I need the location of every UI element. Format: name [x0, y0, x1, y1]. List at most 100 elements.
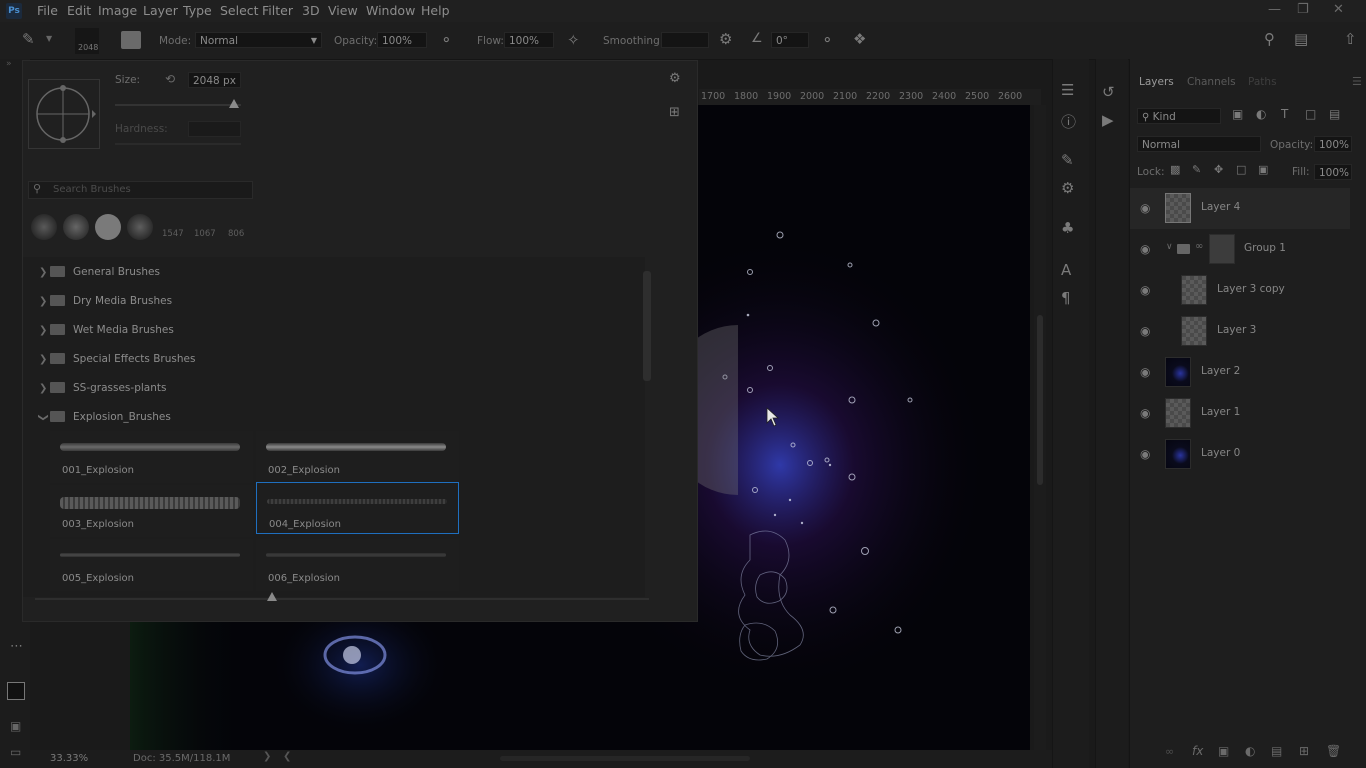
menu-filter[interactable]: Filter [262, 3, 293, 18]
filter-pixel-icon[interactable]: ▣ [1232, 107, 1243, 121]
eye-icon[interactable]: ◉ [1140, 365, 1150, 379]
brush-folder-special-effects[interactable]: ❯ Special Effects Brushes [39, 347, 639, 375]
search-brushes[interactable]: ⚲ Search Brushes [28, 181, 253, 199]
maximize-icon[interactable]: ❐ [1297, 2, 1309, 17]
quick-mask-icon[interactable]: ▣ [10, 719, 21, 733]
filter-adjustment-icon[interactable]: ◐ [1256, 107, 1266, 121]
brush-settings-icon[interactable]: ✎ [1061, 151, 1074, 169]
filter-shape-icon[interactable]: □ [1305, 107, 1316, 121]
slider-handle[interactable] [229, 99, 239, 108]
preview-size-slider[interactable] [35, 592, 649, 601]
properties-icon[interactable]: ⚙ [1061, 179, 1074, 197]
recent-brush-soft[interactable] [31, 214, 57, 240]
brush-tile[interactable]: 003_Explosion [50, 485, 253, 537]
reset-icon[interactable]: ⟲ [165, 72, 175, 86]
new-layer-icon[interactable]: ⊞ [1299, 744, 1309, 758]
brush-tile[interactable]: 006_Explosion [256, 539, 459, 591]
menu-layer[interactable]: Layer [143, 3, 178, 18]
layer-row-layer-0[interactable]: ◉ Layer 0 [1130, 434, 1350, 475]
layer-row-layer-1[interactable]: ◉ Layer 1 [1130, 393, 1350, 434]
lock-position-icon[interactable]: ✥ [1214, 163, 1223, 176]
gear-icon[interactable]: ⚙ [719, 30, 732, 48]
character-icon[interactable]: A [1061, 261, 1071, 279]
more-tools-icon[interactable]: ⋯ [10, 639, 23, 654]
new-group-icon[interactable]: ▤ [1271, 744, 1282, 758]
brush-folder-general[interactable]: ❯ General Brushes [39, 260, 639, 288]
recent-brush-size[interactable]: 1547 [162, 229, 184, 239]
gear-icon[interactable]: ⚙ [669, 71, 681, 86]
slider-handle[interactable] [267, 592, 277, 601]
history-icon[interactable]: ↺ [1102, 83, 1115, 101]
recent-brush-size[interactable]: 1067 [194, 229, 216, 239]
scroll-left-icon[interactable]: ❮ [283, 751, 291, 762]
menu-type[interactable]: Type [183, 3, 212, 18]
layer-row-layer-3[interactable]: ◉ Layer 3 [1130, 311, 1350, 352]
brush-settings-icon[interactable] [121, 31, 141, 49]
eye-icon[interactable]: ◉ [1140, 201, 1150, 215]
brush-folder-wet-media[interactable]: ❯ Wet Media Brushes [39, 318, 639, 346]
filter-kind-select[interactable]: ⚲ Kind [1137, 108, 1221, 124]
brush-tile[interactable]: 005_Explosion [50, 539, 253, 591]
workspace-icon[interactable]: ▤ [1294, 30, 1308, 48]
hardness-input[interactable] [188, 121, 241, 137]
zoom-level[interactable]: 33.33% [50, 753, 88, 764]
collapse-icon[interactable]: » [6, 59, 12, 69]
eye-icon[interactable]: ◉ [1140, 242, 1150, 256]
lock-all-icon[interactable]: ▣ [1258, 163, 1268, 176]
recent-brush-soft-3[interactable] [127, 214, 153, 240]
link-layers-icon[interactable]: ∞ [1165, 745, 1174, 758]
lock-pixels-icon[interactable]: ✎ [1192, 163, 1201, 176]
screen-mode-icon[interactable]: ▭ [10, 745, 21, 759]
chevron-right-icon[interactable]: ❯ [39, 383, 47, 394]
chevron-right-icon[interactable]: ❯ [263, 751, 271, 762]
menu-window[interactable]: Window [366, 3, 415, 18]
layer-row-layer-3-copy[interactable]: ◉ Layer 3 copy [1130, 270, 1350, 311]
recent-brush-hard[interactable] [95, 214, 121, 240]
foreground-color-swatch[interactable] [7, 682, 25, 700]
tab-layers[interactable]: Layers [1139, 76, 1174, 88]
filter-smart-object-icon[interactable]: ▤ [1329, 107, 1340, 121]
share-icon[interactable]: ⇧ [1344, 30, 1357, 48]
filter-type-icon[interactable]: T [1281, 107, 1288, 121]
brush-folder-grasses[interactable]: ❯ SS-grasses-plants [39, 376, 639, 404]
pressure-size-icon[interactable]: ⚬ [821, 31, 834, 49]
chevron-right-icon[interactable]: ❯ [39, 354, 47, 365]
layer-row-layer-2[interactable]: ◉ Layer 2 [1130, 352, 1350, 393]
menu-3d[interactable]: 3D [302, 3, 320, 18]
chevron-down-icon[interactable]: ❯ [38, 413, 49, 421]
brush-tip-preview[interactable] [28, 79, 100, 149]
vertical-scrollbar[interactable] [1034, 105, 1046, 750]
mode-select[interactable]: Normal ▼ [195, 32, 322, 48]
flow-input[interactable]: 100% [504, 32, 554, 48]
fill-input[interactable]: 100% [1314, 164, 1352, 180]
brush-tile[interactable]: 002_Explosion [256, 431, 459, 483]
brush-tile[interactable]: 001_Explosion [50, 431, 253, 483]
panel-menu-icon[interactable]: ☰ [1352, 75, 1362, 88]
info-icon[interactable]: ⓘ [1061, 111, 1076, 132]
size-slider[interactable] [115, 99, 241, 108]
recent-brush-soft-2[interactable] [63, 214, 89, 240]
chevron-down-icon[interactable]: ∨ [1166, 242, 1173, 252]
symmetry-icon[interactable]: ❖ [853, 30, 866, 48]
lock-artboard-icon[interactable]: □ [1236, 163, 1246, 176]
eye-icon[interactable]: ◉ [1140, 406, 1150, 420]
opacity-input[interactable]: 100% [377, 32, 427, 48]
blend-mode-select[interactable]: Normal [1137, 136, 1261, 152]
smoothing-input[interactable] [661, 32, 709, 48]
layer-style-icon[interactable]: fx [1192, 744, 1203, 758]
scrollbar-thumb[interactable] [1037, 315, 1043, 485]
menu-file[interactable]: File [37, 3, 58, 18]
new-preset-icon[interactable]: ⊞ [669, 105, 680, 120]
trash-icon[interactable]: 🗑 [1326, 744, 1341, 758]
menu-edit[interactable]: Edit [67, 3, 91, 18]
chevron-right-icon[interactable]: ❯ [39, 267, 47, 278]
search-icon[interactable]: ⚲ [1264, 30, 1275, 48]
menu-select[interactable]: Select [220, 3, 259, 18]
layer-row-group-1[interactable]: ◉ ∨ ∞ Group 1 [1130, 229, 1350, 270]
eye-icon[interactable]: ◉ [1140, 283, 1150, 297]
lock-transparent-icon[interactable]: ▩ [1170, 163, 1180, 176]
brush-icon[interactable]: ✎ [22, 30, 35, 48]
tab-channels[interactable]: Channels [1187, 76, 1236, 88]
close-icon[interactable]: ✕ [1333, 2, 1344, 17]
adjustment-layer-icon[interactable]: ◐ [1245, 744, 1255, 758]
